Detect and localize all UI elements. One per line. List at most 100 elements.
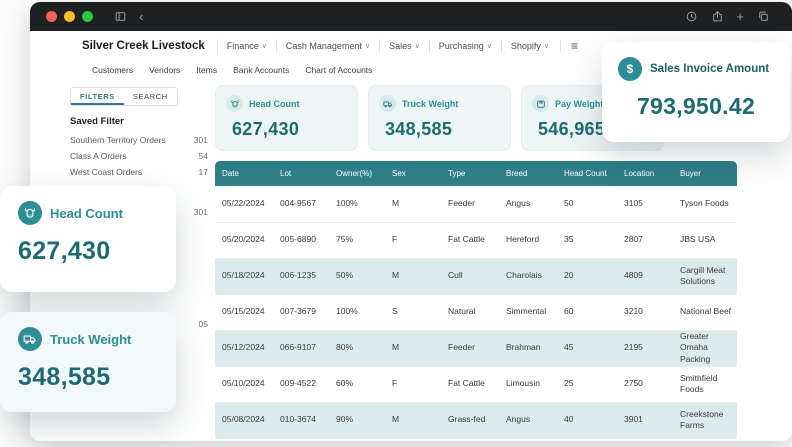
cell-lot: 005-6890: [273, 222, 329, 258]
col-header-lot[interactable]: Lot: [273, 161, 329, 186]
subnav-item-bank-accounts[interactable]: Bank Accounts: [233, 65, 289, 75]
table-row[interactable]: 05/20/2024 005-6890 75% F Fat Cattle Her…: [215, 222, 737, 258]
nav-label: Purchasing: [439, 41, 484, 51]
cell-location: 2750: [617, 366, 673, 402]
subnav-item-chart-of-accounts[interactable]: Chart of Accounts: [305, 65, 372, 75]
cell-owner: 75%: [329, 222, 385, 258]
subnav-item-items[interactable]: Items: [196, 65, 217, 75]
cell-owner: 100%: [329, 186, 385, 222]
cell-lot: 006-1235: [273, 258, 329, 294]
cell-date: 05/12/2024: [215, 330, 273, 366]
cell-sex: M: [385, 402, 441, 438]
sidebar-toggle-icon[interactable]: [113, 10, 127, 24]
cell-sex: M: [385, 186, 441, 222]
history-icon[interactable]: [684, 10, 698, 24]
card-label: Truck Weight: [50, 332, 131, 347]
tab-filters[interactable]: FILTERS: [71, 88, 124, 105]
share-icon[interactable]: [710, 10, 724, 24]
card-value: 793,950.42: [618, 93, 774, 120]
cell-breed: Simmental: [499, 294, 557, 330]
col-header-breed[interactable]: Breed: [499, 161, 557, 186]
table-row[interactable]: 05/12/2024 066-9107 80% M Feeder Brahman…: [215, 330, 737, 366]
cell-lot: 007-3679: [273, 294, 329, 330]
table-row[interactable]: 05/08/2024 010-3674 90% M Grass-fed Angu…: [215, 402, 737, 438]
col-header-owner[interactable]: Owner(%): [329, 161, 385, 186]
minimize-button[interactable]: [64, 11, 75, 22]
col-header-sex[interactable]: Sex: [385, 161, 441, 186]
nav-label: Sales: [389, 41, 412, 51]
table-row[interactable]: 05/15/2024 007-3679 100% S Natural Simme…: [215, 294, 737, 330]
card-value: 627,430: [18, 237, 158, 266]
subnav-item-vendors[interactable]: Vendors: [149, 65, 180, 75]
filter-label: West Coast Orders: [70, 167, 142, 177]
cell-breed: Limousin: [499, 366, 557, 402]
cell-type: Grass-fed: [441, 402, 499, 438]
sales-invoice-amount-card: $ Sales Invoice Amount 793,950.42: [602, 42, 790, 142]
cell-buyer: National Beef: [673, 294, 737, 330]
stat-label: Head Count: [249, 99, 300, 109]
cell-location: 4809: [617, 258, 673, 294]
col-header-type[interactable]: Type: [441, 161, 499, 186]
truck-icon: [379, 95, 396, 112]
table-row[interactable]: 05/10/2024 009-4522 60% F Fat Cattle Lim…: [215, 366, 737, 402]
nav-item-finance[interactable]: Finance ∨: [217, 39, 276, 53]
tabs-icon[interactable]: [756, 10, 770, 24]
cell-type: Natural: [441, 294, 499, 330]
cell-type: Fat Cattle: [441, 366, 499, 402]
chevron-down-icon: ∨: [544, 43, 549, 50]
cell-lot: 009-4522: [273, 366, 329, 402]
menu-icon[interactable]: ≡: [571, 39, 578, 53]
table-row[interactable]: 05/18/2024 006-1235 50% M Cull Charolais…: [215, 258, 737, 294]
col-header-location[interactable]: Location: [617, 161, 673, 186]
stat-label: Truck Weight: [402, 99, 458, 109]
back-icon[interactable]: ‹: [139, 10, 143, 23]
col-header-date[interactable]: Date: [215, 161, 273, 186]
col-header-head-count[interactable]: Head Count: [557, 161, 617, 186]
cell-buyer: Creekstone Farms: [673, 402, 737, 438]
cell-type: Feeder: [441, 330, 499, 366]
cell-lot: 066-9107: [273, 330, 329, 366]
cell-head-count: 25: [557, 366, 617, 402]
desktop: ‹ + Silver Creek Livestock Finance: [0, 0, 792, 447]
cell-location: 2195: [617, 330, 673, 366]
close-button[interactable]: [46, 11, 57, 22]
nav-item-sales[interactable]: Sales ∨: [379, 39, 429, 53]
cell-breed: Angus: [499, 402, 557, 438]
truck-icon: [18, 327, 42, 351]
stat-card-head-count: Head Count 627,430: [215, 85, 358, 151]
filter-label: Southern Territory Orders: [70, 135, 166, 145]
cell-lot: 010-3674: [273, 402, 329, 438]
cell-type: Fat Cattle: [441, 222, 499, 258]
zoom-button[interactable]: [82, 11, 93, 22]
cell-date: 05/10/2024: [215, 366, 273, 402]
truck-weight-card: Truck Weight 348,585: [0, 312, 176, 412]
card-label: Head Count: [50, 206, 123, 221]
nav-item-cash-management[interactable]: Cash Management ∨: [276, 39, 379, 53]
cell-owner: 60%: [329, 366, 385, 402]
scale-icon: [532, 95, 549, 112]
cell-lot: 004-9567: [273, 186, 329, 222]
head-count-card: Head Count 627,430: [0, 186, 176, 292]
sidebar-item-west-coast-orders[interactable]: West Coast Orders 17: [70, 164, 208, 180]
cell-head-count: 20: [557, 258, 617, 294]
filter-count: 17: [199, 167, 208, 177]
nav-item-purchasing[interactable]: Purchasing ∨: [429, 39, 501, 53]
nav-label: Cash Management: [286, 41, 362, 51]
cell-head-count: 40: [557, 402, 617, 438]
tab-search[interactable]: SEARCH: [124, 88, 177, 105]
cell-head-count: 35: [557, 222, 617, 258]
cell-head-count: 50: [557, 186, 617, 222]
table-row[interactable]: 05/22/2024 004-9567 100% M Feeder Angus …: [215, 186, 737, 222]
sidebar-item-class-a-orders[interactable]: Class A Orders 54: [70, 148, 208, 164]
cell-breed: Charolais: [499, 258, 557, 294]
cell-buyer: JBS USA: [673, 222, 737, 258]
chevron-down-icon: ∨: [262, 43, 267, 50]
subnav-item-customers[interactable]: Customers: [92, 65, 133, 75]
sidebar-item-southern-territory-orders[interactable]: Southern Territory Orders 301: [70, 132, 208, 148]
col-header-buyer[interactable]: Buyer: [673, 161, 737, 186]
cell-location: 3901: [617, 402, 673, 438]
cell-type: Feeder: [441, 186, 499, 222]
nav-item-shopify[interactable]: Shopify ∨: [501, 39, 558, 53]
filter-label: Class A Orders: [70, 151, 127, 161]
new-tab-icon[interactable]: +: [736, 10, 744, 23]
